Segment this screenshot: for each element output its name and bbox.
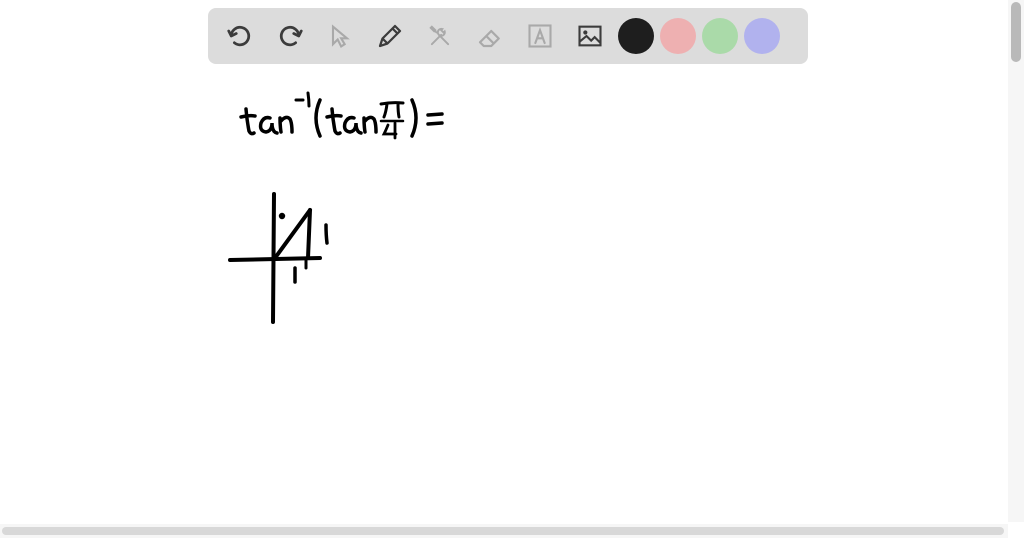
redo-icon [275, 21, 305, 51]
drawing-canvas[interactable] [0, 0, 1006, 524]
redo-button[interactable] [268, 14, 312, 58]
color-red[interactable] [660, 18, 696, 54]
image-button[interactable] [568, 14, 612, 58]
horizontal-scrollbar[interactable] [0, 524, 1008, 538]
undo-icon [225, 21, 255, 51]
text-icon [526, 22, 554, 50]
text-button[interactable] [518, 14, 562, 58]
color-blue[interactable] [744, 18, 780, 54]
pencil-icon [375, 21, 405, 51]
tools-button[interactable] [418, 14, 462, 58]
horizontal-scrollbar-thumb[interactable] [2, 527, 1004, 535]
vertical-scrollbar-thumb[interactable] [1011, 2, 1021, 62]
color-black[interactable] [618, 18, 654, 54]
eraser-button[interactable] [468, 14, 512, 58]
cursor-button[interactable] [318, 14, 362, 58]
image-icon [576, 22, 604, 50]
drawing-toolbar [208, 8, 808, 64]
handwritten-content [0, 0, 1006, 524]
color-green[interactable] [702, 18, 738, 54]
tools-icon [426, 22, 454, 50]
cursor-icon [326, 22, 354, 50]
eraser-icon [475, 21, 505, 51]
pencil-button[interactable] [368, 14, 412, 58]
vertical-scrollbar[interactable] [1008, 0, 1024, 522]
undo-button[interactable] [218, 14, 262, 58]
